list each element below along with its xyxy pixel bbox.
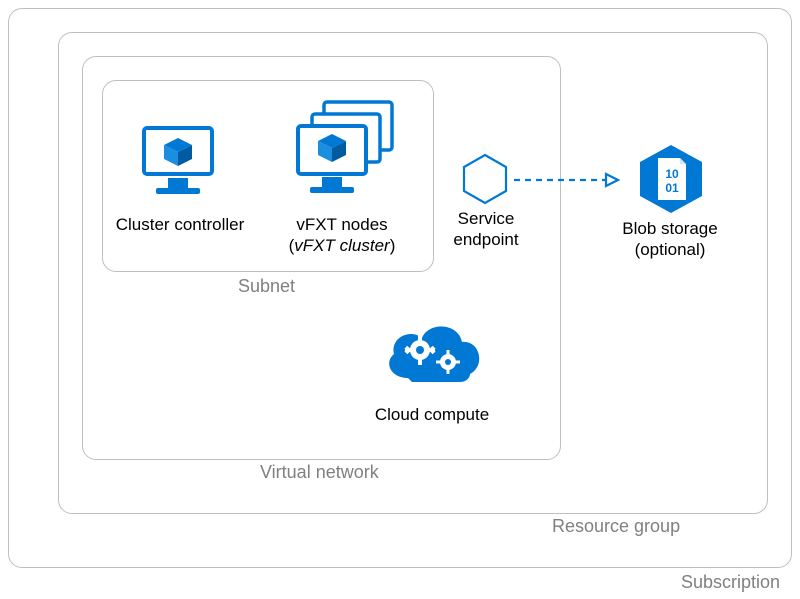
subnet-label: Subnet: [238, 276, 295, 297]
cloud-gears-icon: [378, 312, 488, 398]
vm-icon: [138, 120, 218, 200]
service-endpoint-l1: Service: [458, 209, 515, 228]
vfxt-nodes-paren-close: ): [390, 236, 396, 255]
hexagon-icon: [460, 152, 510, 206]
service-endpoint-l2: endpoint: [453, 230, 518, 249]
virtual-network-label: Virtual network: [260, 462, 379, 483]
vm-cluster-icon: [290, 98, 400, 198]
svg-text:01: 01: [665, 181, 679, 195]
vfxt-nodes-line2-italic: vFXT cluster: [294, 236, 389, 255]
resource-group-label: Resource group: [552, 516, 680, 537]
subscription-label: Subscription: [681, 572, 780, 593]
blob-l1: Blob storage: [622, 219, 717, 238]
arrow-icon: [512, 170, 620, 190]
cluster-controller-label: Cluster controller: [100, 214, 260, 235]
vfxt-nodes-label: vFXT nodes (vFXT cluster): [262, 214, 422, 257]
blob-storage-icon: 10 01: [636, 142, 706, 216]
blob-l2: (optional): [635, 240, 706, 259]
svg-text:10: 10: [665, 167, 679, 181]
service-endpoint-label: Service endpoint: [406, 208, 566, 251]
vfxt-nodes-line1: vFXT nodes: [296, 215, 387, 234]
blob-storage-label: Blob storage (optional): [590, 218, 750, 261]
cloud-compute-label: Cloud compute: [352, 404, 512, 425]
